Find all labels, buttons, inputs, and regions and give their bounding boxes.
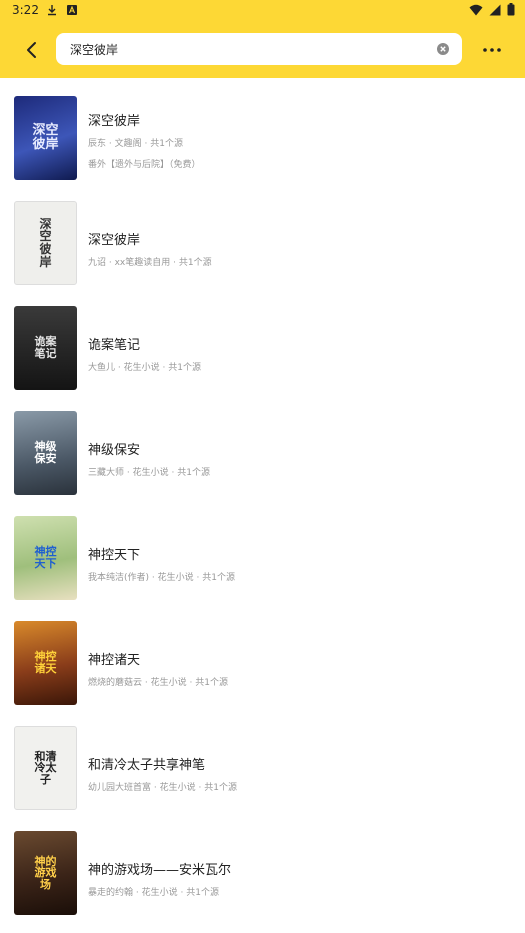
book-source: 花生小说 [157, 573, 194, 583]
book-cover: 神控天下 [14, 516, 77, 600]
book-author: 大鱼儿 [88, 363, 116, 373]
book-author: 暴走的约翰 [88, 888, 134, 898]
source-count: 共1个源 [168, 363, 201, 373]
book-cover: 神级保安 [14, 411, 77, 495]
cover-title: 诡案笔记 [34, 335, 57, 360]
cover-title: 神控诸天 [34, 650, 57, 675]
source-count: 共1个源 [204, 783, 237, 793]
more-dots-icon [483, 48, 501, 52]
book-cover: 神控诸天 [14, 621, 77, 705]
app-notification-icon [67, 5, 77, 15]
source-count: 共1个源 [195, 678, 228, 688]
book-cover: 诡案笔记 [14, 306, 77, 390]
search-results-list: 深空彼岸 深空彼岸 辰东 · 文趣阁 · 共1个源 番外【遗外与后院】（免费） … [0, 78, 525, 918]
book-item[interactable]: 神的游戏场 神的游戏场——安米瓦尔 暴走的约翰 · 花生小说 · 共1个源 [0, 813, 525, 918]
cover-title: 神级保安 [34, 440, 57, 465]
book-author: 我本纯洁(作者) [88, 573, 150, 583]
book-title: 神控诸天 [88, 653, 141, 668]
clear-search-icon[interactable] [437, 43, 449, 55]
book-item[interactable]: 神控诸天 神控诸天 燃烧的蘑菇云 · 花生小说 · 共1个源 [0, 603, 525, 708]
book-title: 深空彼岸 [88, 114, 141, 129]
status-time: 3:22 [12, 3, 39, 17]
book-cover: 和清冷太子 [14, 726, 77, 810]
book-meta: 辰东 · 文趣阁 · 共1个源 [88, 139, 183, 149]
more-options-button[interactable] [477, 34, 507, 66]
book-source: 花生小说 [150, 678, 187, 688]
source-count: 共1个源 [177, 468, 210, 478]
book-title: 神的游戏场——安米瓦尔 [88, 863, 232, 878]
source-count: 共1个源 [178, 258, 212, 268]
cover-title: 和清冷太子 [34, 749, 57, 786]
latest-chapter: 番外【遗外与后院】（免费） [88, 160, 201, 170]
book-title: 深空彼岸 [88, 233, 141, 248]
book-meta: 燃烧的蘑菇云 · 花生小说 · 共1个源 [88, 678, 228, 688]
book-title: 和清冷太子共享神笔 [88, 758, 206, 773]
book-cover: 深空彼岸 [14, 96, 77, 180]
book-meta: 幼儿园大班首富 · 花生小说 · 共1个源 [88, 783, 237, 793]
book-source: 花生小说 [159, 783, 196, 793]
book-item[interactable]: 深空彼岸 深空彼岸 九诏 · xx笔趣读自用 · 共1个源 [0, 183, 525, 288]
back-arrow-icon [27, 42, 36, 58]
search-input[interactable] [70, 33, 430, 65]
book-source: 文趣阁 [114, 139, 142, 149]
cover-title: 深空彼岸 [32, 123, 59, 152]
download-icon [48, 5, 56, 16]
book-title: 神级保安 [88, 443, 141, 458]
book-source: 花生小说 [123, 363, 160, 373]
book-meta: 我本纯洁(作者) · 花生小说 · 共1个源 [88, 573, 235, 583]
book-source: 花生小说 [141, 888, 178, 898]
book-author: 幼儿园大班首富 [88, 783, 152, 793]
back-button[interactable] [14, 34, 50, 66]
book-author: 辰东 [88, 139, 107, 149]
book-item[interactable]: 神控天下 神控天下 我本纯洁(作者) · 花生小说 · 共1个源 [0, 498, 525, 603]
book-title: 诡案笔记 [88, 338, 141, 353]
signal-icon [489, 4, 501, 15]
book-author: 九诏 [88, 258, 107, 268]
battery-icon [507, 3, 515, 16]
status-bar: 3:22 [0, 0, 525, 22]
source-count: 共1个源 [202, 573, 235, 583]
cover-title: 神的游戏场 [34, 854, 57, 891]
book-item[interactable]: 诡案笔记 诡案笔记 大鱼儿 · 花生小说 · 共1个源 [0, 288, 525, 393]
book-cover: 神的游戏场 [14, 831, 77, 915]
book-author: 燃烧的蘑菇云 [88, 678, 143, 688]
cover-title: 神控天下 [34, 545, 57, 570]
source-count: 共1个源 [186, 888, 219, 898]
wifi-icon [469, 4, 483, 15]
book-meta: 大鱼儿 · 花生小说 · 共1个源 [88, 363, 201, 373]
status-indicators [469, 3, 515, 16]
book-meta: 九诏 · xx笔趣读自用 · 共1个源 [88, 258, 212, 268]
book-source: 花生小说 [132, 468, 169, 478]
book-meta: 暴走的约翰 · 花生小说 · 共1个源 [88, 888, 219, 898]
app-bar [0, 22, 525, 78]
source-count: 共1个源 [150, 139, 183, 149]
book-item[interactable]: 深空彼岸 深空彼岸 辰东 · 文趣阁 · 共1个源 番外【遗外与后院】（免费） [0, 78, 525, 183]
search-box [56, 33, 462, 65]
cover-title: 深空彼岸 [39, 216, 52, 269]
book-meta: 三藏大师 · 花生小说 · 共1个源 [88, 468, 210, 478]
book-item[interactable]: 神级保安 神级保安 三藏大师 · 花生小说 · 共1个源 [0, 393, 525, 498]
book-author: 三藏大师 [88, 468, 125, 478]
book-source: xx笔趣读自用 [114, 258, 171, 268]
book-item[interactable]: 和清冷太子 和清冷太子共享神笔 幼儿园大班首富 · 花生小说 · 共1个源 [0, 708, 525, 813]
book-title: 神控天下 [88, 548, 141, 563]
book-cover: 深空彼岸 [14, 201, 77, 285]
